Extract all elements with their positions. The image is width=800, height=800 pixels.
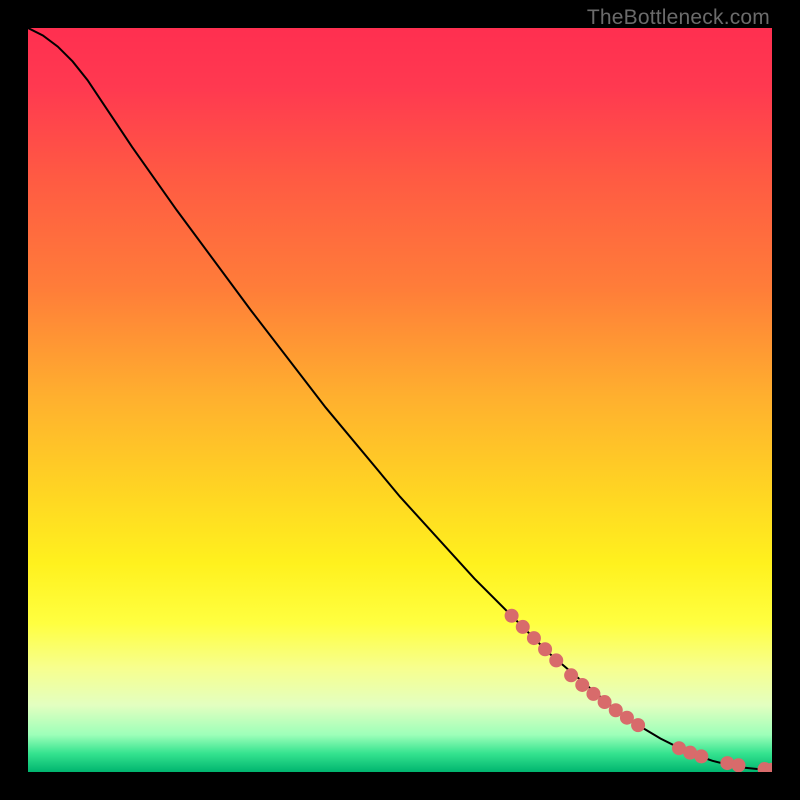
data-marker [516,620,530,634]
chart-plot [28,28,772,772]
plot-background [28,28,772,772]
data-marker [549,653,563,667]
watermark-text: TheBottleneck.com [587,6,770,30]
data-marker [732,758,746,772]
data-marker [564,668,578,682]
data-marker [505,609,519,623]
data-marker [538,642,552,656]
data-marker [598,695,612,709]
data-marker [586,687,600,701]
chart-stage: TheBottleneck.com [0,0,800,800]
data-marker [694,749,708,763]
data-marker [527,631,541,645]
data-marker [575,678,589,692]
data-marker [631,718,645,732]
